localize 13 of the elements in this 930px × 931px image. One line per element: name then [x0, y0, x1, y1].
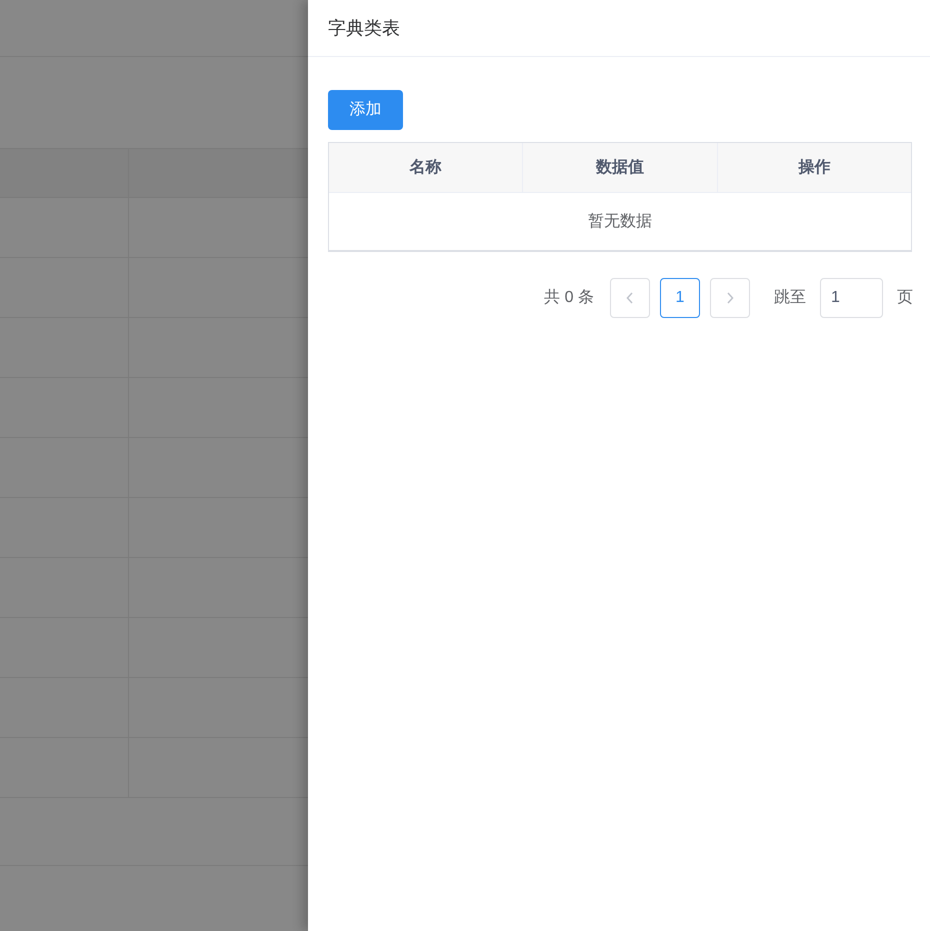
- page-button[interactable]: 1: [660, 278, 700, 318]
- column-header: 操作: [797, 158, 832, 178]
- chevron-left-icon: [626, 292, 634, 304]
- page-number-field[interactable]: 1: [820, 278, 883, 318]
- drawer-title: 字典类表: [328, 16, 400, 40]
- empty-table-message: 暂无数据: [588, 212, 652, 232]
- add-button[interactable]: 添加: [328, 90, 403, 130]
- total-count: 共 0 条: [544, 288, 594, 308]
- column-header: 名称: [329, 143, 524, 192]
- chevron-right-icon: [726, 292, 734, 304]
- jump-label: 跳至: [774, 288, 806, 308]
- column-header: 数据值: [523, 143, 718, 192]
- page-unit-label: 页: [897, 288, 913, 308]
